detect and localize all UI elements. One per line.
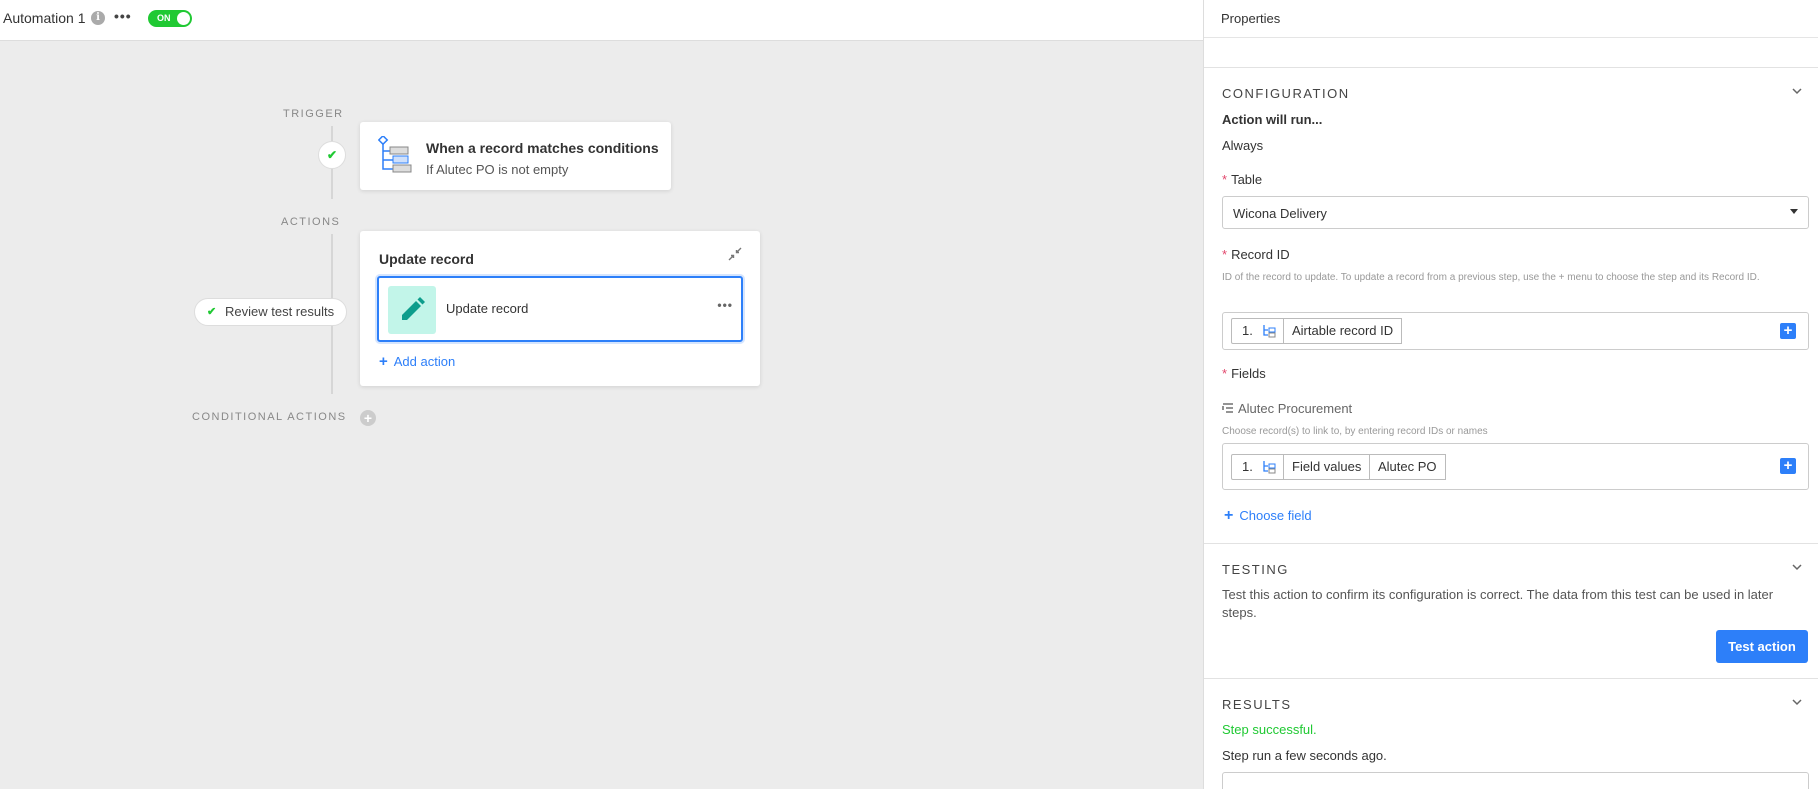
- action-run-value: Always: [1222, 138, 1264, 153]
- record-id-input[interactable]: 1. Airtable record ID +: [1222, 312, 1809, 350]
- chevron-down-icon[interactable]: [1791, 696, 1803, 711]
- plus-icon: +: [1224, 507, 1234, 524]
- add-action-label: Add action: [393, 354, 456, 369]
- table-select[interactable]: Wicona Delivery: [1222, 196, 1809, 229]
- automation-topbar: Automation 1 i ••• ON: [0, 0, 1203, 41]
- field-name: Alutec Procurement: [1222, 401, 1352, 416]
- add-action-button[interactable]: + Add action: [379, 353, 455, 370]
- result-data-box[interactable]: [1222, 772, 1809, 789]
- choose-field-button[interactable]: + Choose field: [1224, 507, 1312, 525]
- actions-section-label: ACTIONS: [281, 216, 341, 228]
- update-record-step[interactable]: Update record •••: [377, 276, 743, 342]
- table-select-value: Wicona Delivery: [1233, 206, 1327, 221]
- testing-section-title: TESTING: [1222, 562, 1289, 577]
- automation-on-toggle[interactable]: ON: [148, 10, 192, 27]
- chevron-down-icon[interactable]: [1791, 85, 1803, 100]
- pencil-icon: [388, 286, 436, 334]
- add-token-icon[interactable]: +: [1780, 323, 1796, 339]
- conditions-tree-icon: [378, 136, 412, 173]
- action-will-run-label[interactable]: Action will run...: [1222, 112, 1322, 127]
- step-token[interactable]: 1.: [1231, 318, 1284, 344]
- conditional-actions-label: CONDITIONAL ACTIONS: [192, 411, 347, 423]
- record-id-token[interactable]: Airtable record ID: [1283, 318, 1403, 344]
- automation-title[interactable]: Automation 1: [3, 10, 86, 26]
- linked-field-icon: [1222, 403, 1233, 413]
- divider: [1204, 678, 1818, 679]
- tree-icon: [1263, 325, 1276, 338]
- rail-line: [331, 169, 333, 199]
- add-token-icon[interactable]: +: [1780, 458, 1796, 474]
- rail-line: [331, 234, 333, 298]
- collapse-icon[interactable]: [728, 247, 742, 264]
- rail-line: [331, 326, 333, 394]
- alutec-po-token[interactable]: Alutec PO: [1369, 454, 1446, 480]
- result-time: Step run a few seconds ago.: [1222, 748, 1387, 763]
- properties-panel: Properties CONFIGURATION Action will run…: [1203, 0, 1818, 789]
- review-test-results-button[interactable]: ✔ Review test results: [194, 298, 348, 326]
- review-label: Review test results: [225, 304, 335, 319]
- info-icon[interactable]: i: [91, 11, 105, 25]
- toggle-knob: [177, 12, 190, 25]
- trigger-card[interactable]: When a record matches conditions If Alut…: [360, 122, 671, 190]
- add-conditional-icon[interactable]: +: [360, 410, 376, 426]
- action-group-title: Update record: [379, 251, 474, 267]
- panel-title: Properties: [1221, 11, 1281, 26]
- step-more-icon[interactable]: •••: [717, 298, 733, 312]
- panel-header: Properties: [1204, 0, 1818, 38]
- results-section-title: RESULTS: [1222, 697, 1292, 712]
- record-id-label: * Record ID: [1222, 247, 1290, 262]
- more-icon[interactable]: •••: [114, 8, 132, 24]
- field-value-input[interactable]: 1. Field values Alutec PO +: [1222, 443, 1809, 490]
- table-label: * Table: [1222, 172, 1263, 187]
- tree-icon: [1263, 461, 1276, 474]
- test-action-button[interactable]: Test action: [1716, 630, 1808, 663]
- step-token[interactable]: 1.: [1231, 454, 1284, 480]
- trigger-section-label: TRIGGER: [283, 108, 344, 120]
- check-icon: ✔: [207, 306, 217, 318]
- toggle-label: ON: [157, 13, 171, 23]
- workflow-canvas: TRIGGER ✔ ACTIONS CONDITIONAL ACTIONS + …: [0, 41, 1203, 789]
- fields-label: * Fields: [1222, 366, 1266, 381]
- record-id-help: ID of the record to update. To update a …: [1222, 272, 1760, 283]
- chevron-down-icon[interactable]: [1791, 561, 1803, 576]
- result-status: Step successful.: [1222, 722, 1317, 737]
- trigger-title: When a record matches conditions: [426, 140, 659, 156]
- trigger-check-icon: ✔: [318, 141, 346, 169]
- divider: [1204, 67, 1818, 68]
- step-label: Update record: [446, 301, 529, 316]
- field-values-token[interactable]: Field values: [1283, 454, 1371, 480]
- divider: [1204, 543, 1818, 544]
- plus-icon: +: [379, 353, 388, 370]
- field-help: Choose record(s) to link to, by entering…: [1222, 426, 1488, 437]
- trigger-subtitle: If Alutec PO is not empty: [426, 162, 569, 177]
- action-group-card: Update record Update record ••• + Add act…: [360, 231, 760, 386]
- rail-line: [331, 126, 333, 141]
- caret-down-icon: [1790, 209, 1798, 214]
- configuration-section-title: CONFIGURATION: [1222, 86, 1350, 101]
- testing-description: Test this action to confirm its configur…: [1222, 587, 1774, 620]
